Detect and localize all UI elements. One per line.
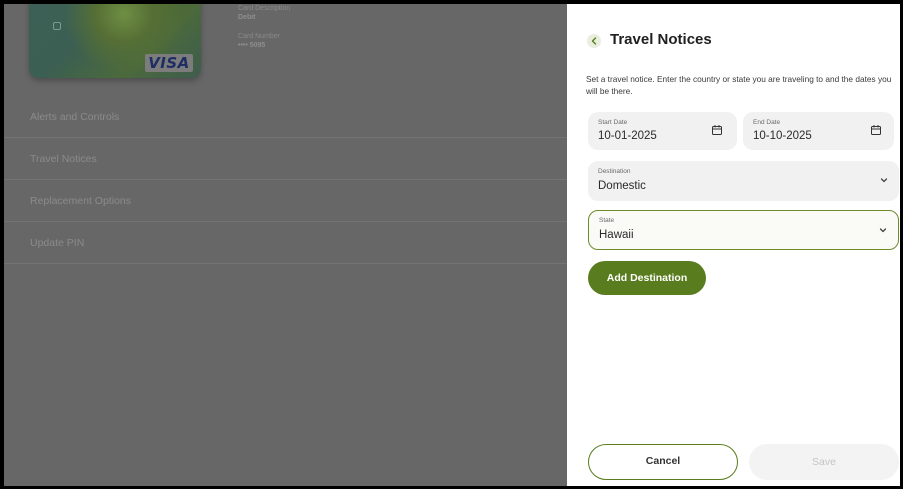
- start-date-label: Start Date: [598, 119, 628, 126]
- cancel-button[interactable]: Cancel: [588, 444, 738, 480]
- menu-item-travel-notices[interactable]: Travel Notices: [4, 138, 567, 180]
- destination-value: Domestic: [598, 180, 646, 192]
- app-window: VISA Card Description Debit Card Number …: [4, 4, 900, 486]
- debit-card-image: VISA: [29, 4, 201, 78]
- calendar-icon[interactable]: [870, 124, 882, 136]
- end-date-value: 10-10-2025: [753, 130, 812, 142]
- back-button[interactable]: [587, 34, 601, 48]
- start-date-value: 10-01-2025: [598, 130, 657, 142]
- menu-item-replacement-options[interactable]: Replacement Options: [4, 180, 567, 222]
- card-chip-icon: [53, 22, 61, 30]
- menu-item-alerts-and-controls[interactable]: Alerts and Controls: [4, 96, 567, 138]
- chevron-left-icon: [591, 37, 597, 45]
- add-destination-button[interactable]: Add Destination: [588, 261, 706, 295]
- end-date-field[interactable]: End Date 10-10-2025: [743, 112, 894, 150]
- visa-logo: VISA: [145, 54, 193, 72]
- destination-label: Destination: [598, 168, 631, 175]
- travel-notices-panel: Travel Notices Set a travel notice. Ente…: [567, 4, 900, 486]
- state-select[interactable]: State Hawaii: [588, 210, 899, 250]
- menu-item-update-pin[interactable]: Update PIN: [4, 222, 567, 264]
- calendar-icon[interactable]: [711, 124, 723, 136]
- card-number-label: Card Number: [238, 33, 281, 40]
- chevron-down-icon: [880, 178, 888, 183]
- card-number-value: •••• 5095: [238, 42, 266, 49]
- end-date-label: End Date: [753, 119, 781, 126]
- card-options-menu: Alerts and Controls Travel Notices Repla…: [4, 96, 567, 264]
- panel-description: Set a travel notice. Enter the country o…: [586, 74, 892, 96]
- chevron-down-icon: [879, 228, 887, 233]
- card-info: Card Description Debit Card Number •••• …: [238, 4, 290, 50]
- save-button[interactable]: Save: [749, 444, 899, 480]
- start-date-field[interactable]: Start Date 10-01-2025: [588, 112, 737, 150]
- card-description-label: Card Description: [238, 5, 291, 12]
- card-details-area: VISA Card Description Debit Card Number …: [4, 4, 567, 486]
- card-description-value: Debit: [238, 14, 256, 21]
- state-value: Hawaii: [599, 229, 634, 241]
- state-label: State: [599, 217, 615, 224]
- destination-select[interactable]: Destination Domestic: [588, 161, 899, 201]
- panel-title: Travel Notices: [610, 31, 712, 48]
